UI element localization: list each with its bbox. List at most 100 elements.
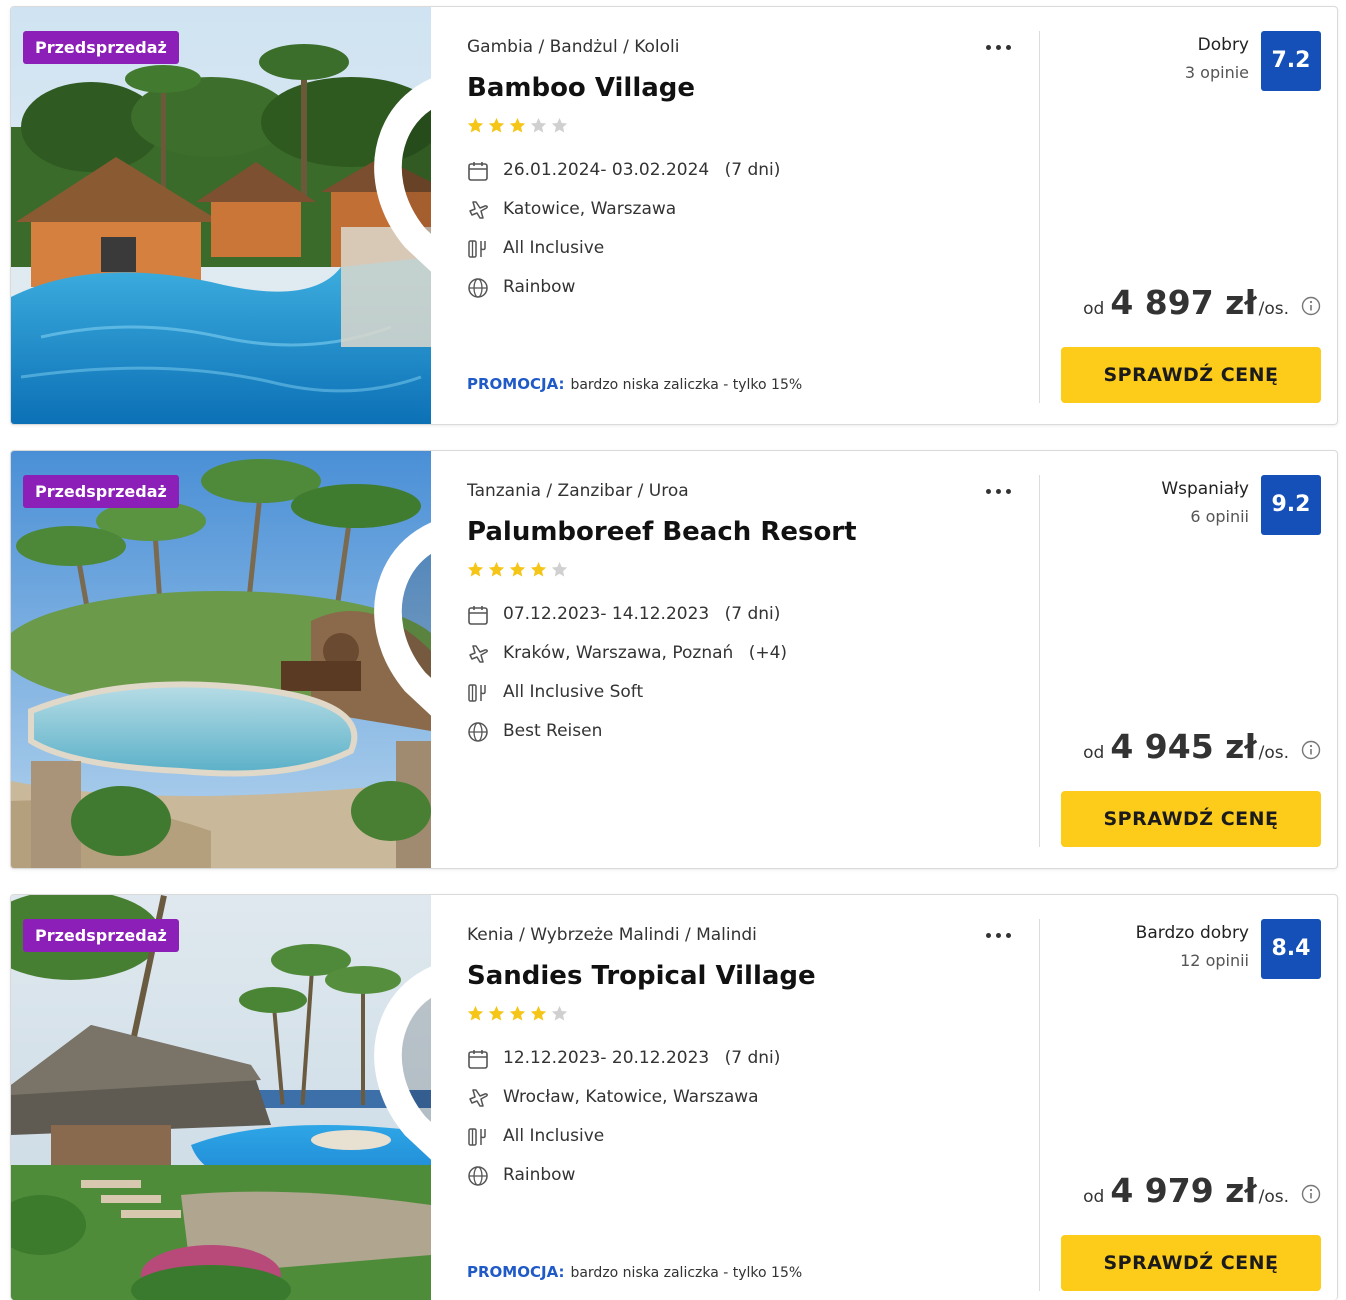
check-price-button[interactable]: SPRAWDŹ CENĘ [1061,1235,1321,1291]
duration-text: (7 dni) [724,604,781,624]
star-filled-icon [509,561,526,577]
price-suffix: /os. [1258,1187,1289,1207]
airplane-icon [469,645,488,663]
rating-score-badge: 7.2 [1261,31,1321,91]
info-icon[interactable] [1301,740,1321,760]
hotel-name[interactable]: Bamboo Village [467,73,695,103]
departures-text: Wrocław, Katowice, Warszawa [503,1087,759,1107]
promo-text: bardzo niska zaliczka - tylko 15% [570,377,803,393]
more-dots-icon[interactable] [983,481,1015,501]
calendar-icon [468,162,488,181]
departures-text: Katowice, Warszawa [503,199,677,219]
promo-line: PROMOCJA: bardzo niska zaliczka - tylko 1… [467,375,802,393]
star-filled-icon [488,1005,505,1021]
location-breadcrumb[interactable]: Kenia / Wybrzeże Malindi / Malindi [467,925,757,945]
star-filled-icon [467,117,484,133]
globe-icon [468,722,488,742]
offer-card[interactable]: Przedsprzedaż Tanzania / Zanzibar / Uroa… [10,450,1338,869]
promo-label: PROMOCJA: [467,1263,565,1281]
price-amount: 4 897 zł [1110,283,1257,322]
price-amount: 4 979 zł [1110,1171,1257,1210]
promo-text: bardzo niska zaliczka - tylko 15% [570,1265,803,1281]
airplane-icon [469,201,488,219]
rating-label: Dobry [1197,35,1249,55]
location-breadcrumb[interactable]: Gambia / Bandżul / Kololi [467,37,680,57]
heart-icon[interactable] [371,28,431,424]
star-empty-icon [551,561,568,577]
check-price-button[interactable]: SPRAWDŹ CENĘ [1061,347,1321,403]
offer-details: Gambia / Bandżul / Kololi Bamboo Village… [467,7,1037,424]
star-filled-icon [467,1005,484,1021]
rating-block[interactable]: Dobry 3 opinie 7.2 [1051,31,1321,91]
cutlery-icon [468,684,486,702]
price-prefix: od [1083,299,1105,319]
price-prefix: od [1083,1187,1105,1207]
offer-details: Tanzania / Zanzibar / Uroa Palumboreef B… [467,451,1037,868]
hotel-photo[interactable]: Przedsprzedaż [11,895,431,1300]
info-icon[interactable] [1301,296,1321,316]
board-text: All Inclusive [503,1126,605,1146]
check-price-button[interactable]: SPRAWDŹ CENĘ [1061,791,1321,847]
star-rating [467,561,572,581]
operator-text: Rainbow [503,277,576,297]
departures-text: Kraków, Warszawa, Poznań [503,643,734,663]
dates-text: 12.12.2023- 20.12.2023 [503,1048,710,1068]
operator-text: Best Reisen [503,721,603,741]
presale-badge: Przedsprzedaż [23,475,179,508]
promo-label: PROMOCJA: [467,375,565,393]
globe-icon [468,278,488,298]
offer-details: Kenia / Wybrzeże Malindi / Malindi Sandi… [467,895,1037,1300]
offer-card[interactable]: Przedsprzedaż Gambia / Bandżul / Kololi … [10,6,1338,425]
rating-count[interactable]: 12 opinii [1180,951,1249,970]
hotel-photo-image [11,7,431,424]
star-filled-icon [509,117,526,133]
location-breadcrumb[interactable]: Tanzania / Zanzibar / Uroa [467,481,689,501]
calendar-icon [468,1050,488,1069]
globe-icon [468,1166,488,1186]
board-text: All Inclusive Soft [503,682,644,702]
price-suffix: /os. [1258,743,1289,763]
price-block: od 4 897 zł/os. [1051,283,1321,327]
price-suffix: /os. [1258,299,1289,319]
price-block: od 4 945 zł/os. [1051,727,1321,771]
price-block: od 4 979 zł/os. [1051,1171,1321,1215]
star-filled-icon [488,117,505,133]
divider [1039,31,1040,403]
info-icon[interactable] [1301,1184,1321,1204]
divider [1039,475,1040,847]
hotel-photo[interactable]: Przedsprzedaż [11,451,431,868]
heart-icon[interactable] [371,472,431,868]
star-filled-icon [509,1005,526,1021]
hotel-name[interactable]: Sandies Tropical Village [467,961,816,991]
rating-count[interactable]: 3 opinie [1185,63,1249,82]
price-amount: 4 945 zł [1110,727,1257,766]
duration-text: (7 dni) [724,160,781,180]
heart-icon[interactable] [371,916,431,1300]
dates-text: 07.12.2023- 14.12.2023 [503,604,710,624]
departures-extra[interactable]: (+4) [749,643,787,663]
presale-badge: Przedsprzedaż [23,919,179,952]
cutlery-icon [468,1128,486,1146]
more-dots-icon[interactable] [983,37,1015,57]
star-empty-icon [551,117,568,133]
rating-block[interactable]: Wspaniały 6 opinii 9.2 [1051,475,1321,535]
more-dots-icon[interactable] [983,925,1015,945]
airplane-icon [469,1089,488,1107]
rating-score-badge: 9.2 [1261,475,1321,535]
star-rating [467,117,572,137]
price-prefix: od [1083,743,1105,763]
presale-badge: Przedsprzedaż [23,31,179,64]
star-filled-icon [467,561,484,577]
rating-label: Wspaniały [1161,479,1249,499]
rating-block[interactable]: Bardzo dobry 12 opinii 8.4 [1051,919,1321,979]
hotel-name[interactable]: Palumboreef Beach Resort [467,517,857,547]
hotel-photo-image [11,895,431,1300]
cutlery-icon [468,240,486,258]
star-rating [467,1005,572,1025]
offer-card[interactable]: Przedsprzedaż Kenia / Wybrzeże Malindi /… [10,894,1338,1300]
divider [1039,919,1040,1291]
hotel-photo[interactable]: Przedsprzedaż [11,7,431,424]
promo-line: PROMOCJA: bardzo niska zaliczka - tylko 1… [467,1263,802,1281]
star-filled-icon [530,561,547,577]
rating-count[interactable]: 6 opinii [1190,507,1249,526]
